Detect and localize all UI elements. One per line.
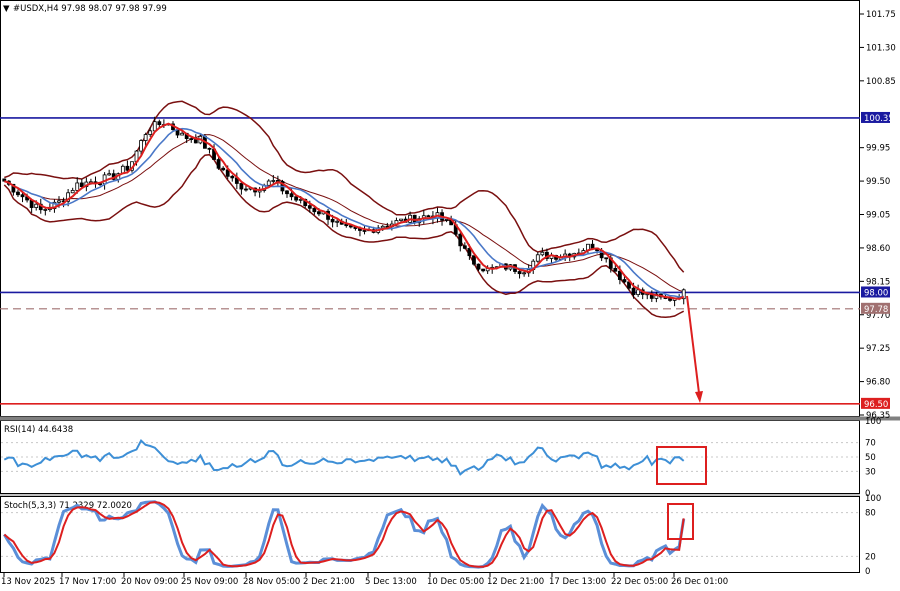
price-tick-label: 98.60 <box>866 244 890 254</box>
level-tag-label: 96.50 <box>864 400 888 410</box>
candle-body <box>107 173 112 176</box>
stoch-tick-label: 80 <box>865 509 876 519</box>
stoch-tick-label: 100 <box>865 494 881 504</box>
candle-body <box>522 272 527 275</box>
candle-body <box>380 225 385 229</box>
candle-body <box>335 220 340 223</box>
price-axis: 101.75 101.30 100.85 99.95 99.50 99.05 98.60 98… <box>860 10 896 421</box>
stoch-tick-label: 20 <box>865 552 876 562</box>
candle-body <box>79 182 84 187</box>
candle-body <box>271 180 276 182</box>
rsi-tick-label: 50 <box>865 453 876 463</box>
price-tick-label: 99.05 <box>866 211 890 221</box>
candle-body <box>426 215 431 218</box>
time-tick-label: 20 Nov 09:00 <box>121 577 178 587</box>
price-tick-label: 99.95 <box>866 144 890 154</box>
candle-body <box>125 165 130 171</box>
candle-body <box>75 182 80 191</box>
candle-body <box>330 218 335 223</box>
candle-body <box>317 211 321 215</box>
menu-triangle-icon[interactable]: ▼ <box>3 4 10 14</box>
price-tick-label: 100.85 <box>866 77 896 87</box>
price-tick-label: 96.80 <box>866 378 890 388</box>
candle-body <box>458 233 463 247</box>
candle-body <box>294 196 299 201</box>
price-tick-label: 101.75 <box>866 10 896 20</box>
rsi-tick-label: 100 <box>865 417 881 427</box>
candle-body <box>139 140 143 152</box>
candle-body <box>34 203 39 208</box>
candle-body <box>298 198 303 201</box>
candle-body <box>307 205 312 209</box>
time-tick-label: 17 Dec 13:00 <box>549 577 606 587</box>
candle-body <box>239 183 244 190</box>
candle-body <box>399 218 403 221</box>
time-tick-label: 26 Dec 01:00 <box>671 577 728 587</box>
candle-body <box>189 138 194 140</box>
rsi-tick-label: 30 <box>865 467 876 477</box>
candle-body <box>16 191 20 196</box>
time-tick-label: 12 Dec 21:00 <box>487 577 544 587</box>
candle-body <box>631 287 636 295</box>
candle-body <box>20 194 25 198</box>
candle-body <box>604 257 609 260</box>
candle-body <box>312 207 317 213</box>
time-tick-label: 28 Nov 05:00 <box>243 577 300 587</box>
price-tick-label: 98.15 <box>866 277 890 287</box>
candle-body <box>289 193 294 198</box>
candle-body <box>180 132 185 136</box>
candle-body <box>148 130 153 135</box>
candle-body <box>43 208 48 211</box>
candle-body <box>70 189 75 194</box>
candle-body <box>244 188 248 191</box>
level-tag-label: 97.78 <box>864 305 888 315</box>
candle-body <box>143 134 148 141</box>
candle-body <box>193 139 198 144</box>
candle-body <box>362 230 367 232</box>
candle-body <box>476 263 481 270</box>
chart-canvas: ▼ #USDX,H4 97.98 98.07 97.98 97.99 101.7… <box>0 0 900 587</box>
price-tick-label: 99.50 <box>866 177 890 187</box>
stoch-tick-label: 0 <box>865 567 870 577</box>
time-tick-label: 22 Dec 05:00 <box>611 577 668 587</box>
candle-body <box>216 159 221 169</box>
candle-body <box>152 121 157 132</box>
level-tag-label: 100.35 <box>864 114 894 124</box>
candle-body <box>157 121 162 126</box>
candle-body <box>622 279 627 283</box>
candle-body <box>207 147 212 150</box>
candle-body <box>57 200 61 203</box>
candle-body <box>266 180 271 186</box>
time-tick-label: 25 Nov 09:00 <box>181 577 238 587</box>
candle-body <box>540 251 545 256</box>
candle-body <box>590 243 595 249</box>
time-tick-label: 5 Dec 13:00 <box>365 577 417 587</box>
price-tick-label: 97.25 <box>866 344 890 354</box>
time-tick-label: 2 Dec 21:00 <box>303 577 355 587</box>
candle-body <box>285 190 289 195</box>
candle-body <box>517 271 522 275</box>
candle-body <box>472 255 476 265</box>
candle-body <box>617 270 622 280</box>
candle-body <box>230 175 235 179</box>
time-tick-label: 13 Nov 2025 <box>1 577 55 587</box>
candle-body <box>481 268 485 272</box>
candle-body <box>613 267 618 272</box>
candle-body <box>535 254 540 262</box>
time-tick-label: 10 Dec 05:00 <box>427 577 484 587</box>
candle-body <box>462 245 467 249</box>
candle-body <box>221 167 226 171</box>
level-tag-label: 98.00 <box>864 288 888 298</box>
price-tick-label: 101.30 <box>866 43 896 53</box>
time-tick-label: 17 Nov 17:00 <box>59 577 116 587</box>
time-axis: 13 Nov 2025 17 Nov 17:00 20 Nov 09:00 25 No… <box>1 573 728 587</box>
rsi-label: RSI(14) 44.6438 <box>4 425 73 435</box>
symbol-header: #USDX,H4 97.98 98.07 97.98 97.99 <box>13 4 167 14</box>
candle-body <box>668 298 672 301</box>
price-tags: 100.35 98.00 97.78 96.50 <box>861 111 894 410</box>
candle-body <box>444 219 449 221</box>
candle-body <box>636 289 641 295</box>
rsi-tick-label: 70 <box>865 439 876 449</box>
